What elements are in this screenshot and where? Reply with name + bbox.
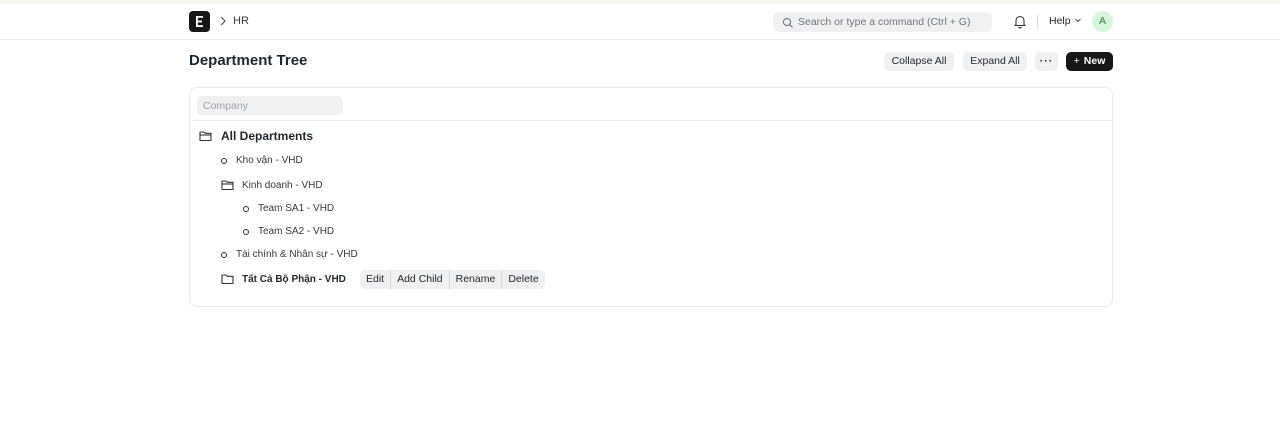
collapse-all-button[interactable]: Collapse All <box>884 52 954 71</box>
navbar: HR Help A <box>0 4 1280 40</box>
add-child-button[interactable]: Add Child <box>391 270 450 289</box>
tree-card: All Departments Kho vận - VHD Kinh doanh… <box>189 87 1113 307</box>
help-label: Help <box>1049 15 1071 27</box>
tree-node[interactable]: Kinh doanh - VHD <box>221 179 323 191</box>
tree-node-label: Team SA2 - VHD <box>258 226 335 237</box>
app-logo-icon[interactable] <box>189 11 210 32</box>
breadcrumb-hr[interactable]: HR <box>233 15 249 27</box>
user-avatar[interactable]: A <box>1092 11 1113 32</box>
card-divider <box>190 120 1112 121</box>
rename-button[interactable]: Rename <box>450 270 503 289</box>
page-title: Department Tree <box>189 52 308 69</box>
leaf-node-icon <box>243 205 249 212</box>
search-icon <box>782 16 794 34</box>
leaf-node-icon <box>221 157 227 164</box>
folder-icon <box>221 273 234 285</box>
leaf-node-icon <box>221 251 227 258</box>
chevron-down-icon <box>1074 15 1082 27</box>
tree-node[interactable]: Team SA1 - VHD <box>243 203 334 214</box>
tree-node-label: Kho vận - VHD <box>236 155 303 166</box>
delete-button[interactable]: Delete <box>502 270 544 289</box>
plus-icon: + <box>1073 55 1080 67</box>
tree-node[interactable]: Tài chính & Nhân sự - VHD <box>221 249 358 260</box>
help-dropdown[interactable]: Help <box>1049 15 1082 27</box>
node-action-group: Edit Add Child Rename Delete <box>360 270 545 289</box>
new-button-label: New <box>1083 55 1106 67</box>
search-input[interactable] <box>798 12 988 32</box>
more-options-button[interactable]: ··· <box>1035 52 1058 71</box>
tree-node-label: Tài chính & Nhân sự - VHD <box>236 249 358 260</box>
search-bar[interactable] <box>773 12 992 32</box>
tree-node-root[interactable]: All Departments <box>199 129 313 143</box>
tree-node-label: Team SA1 - VHD <box>258 203 335 214</box>
tree-node-label: Kinh doanh - VHD <box>242 179 323 191</box>
folder-open-icon <box>199 130 212 142</box>
leaf-node-icon <box>243 228 249 235</box>
company-filter-input[interactable] <box>197 96 343 115</box>
tree-node-selected[interactable]: Tất Cả Bộ Phận - VHD <box>221 273 346 285</box>
notification-bell-icon[interactable] <box>1013 14 1027 34</box>
tree-node-label: Tất Cả Bộ Phận - VHD <box>242 273 346 285</box>
chevron-right-icon <box>218 13 228 29</box>
folder-open-icon <box>221 179 234 191</box>
edit-button[interactable]: Edit <box>360 270 392 289</box>
nav-divider <box>1037 14 1038 30</box>
tree-node[interactable]: Team SA2 - VHD <box>243 226 334 237</box>
new-button[interactable]: + New <box>1066 52 1113 71</box>
tree-node-label: All Departments <box>221 129 314 143</box>
expand-all-button[interactable]: Expand All <box>963 52 1027 71</box>
tree-node[interactable]: Kho vận - VHD <box>221 155 303 166</box>
